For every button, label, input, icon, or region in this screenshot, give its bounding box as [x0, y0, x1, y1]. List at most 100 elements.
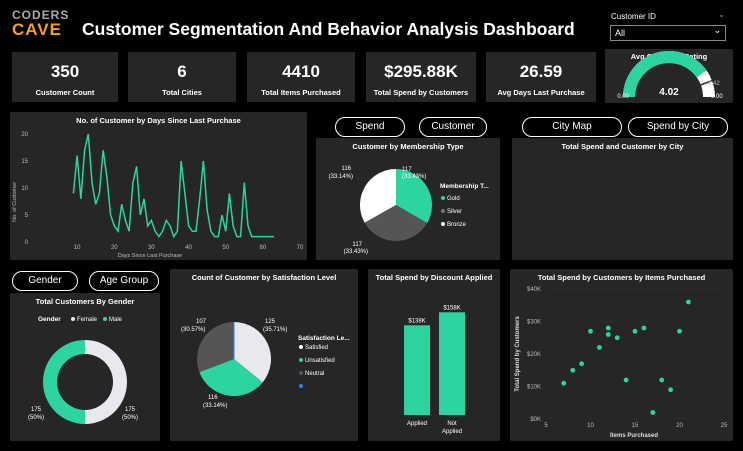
- sat-label-c: 116: [208, 395, 218, 401]
- kpi-value: 350: [50, 62, 80, 81]
- bar-cat-applied: Applied: [407, 421, 427, 427]
- spend-button[interactable]: Spend: [335, 117, 405, 137]
- scatter-xtick: 5: [544, 423, 548, 429]
- line-xtick: 40: [185, 245, 192, 251]
- kpi-value: $295.88K: [384, 62, 458, 81]
- bar-label-applied: $138K: [408, 318, 425, 324]
- bar-cat-applied-2: Applied: [442, 429, 462, 435]
- scatter-point: [677, 328, 682, 334]
- scatter-xlabel: Items Purchased: [610, 433, 658, 439]
- sat-label-b-pct: (35.71%): [263, 327, 287, 333]
- kpi-label: Total Cities: [162, 88, 202, 97]
- gender-panel: Total Customers By Gender Gender Female …: [10, 293, 160, 441]
- kpi-total-spend: $295.88K Total Spend by Customers: [366, 52, 476, 102]
- city-map-button[interactable]: City Map: [522, 117, 622, 137]
- scatter-point: [623, 377, 629, 383]
- gender-legend-male: Male: [109, 317, 123, 323]
- age-group-button[interactable]: Age Group: [89, 271, 159, 291]
- gender-legend-female: Female: [77, 317, 98, 323]
- line-xtick: 70: [297, 245, 304, 251]
- sat-label-a: 107: [196, 319, 207, 325]
- kpi-label: Customer Count: [35, 88, 95, 97]
- filter-select[interactable]: All ⌄: [610, 25, 726, 41]
- bar-label-not-applied: $158K: [443, 305, 460, 311]
- line-chart-panel: No. of Customer by Days Since Last Purch…: [10, 112, 307, 260]
- line-ytick: 0: [25, 240, 29, 246]
- scatter-ylabel: Total Spend by Customers: [515, 316, 521, 392]
- donut-slice-male: [43, 340, 85, 424]
- gender-left-pct: (50%): [28, 415, 44, 421]
- discount-panel: Total Spend by Discount Applied $138K $1…: [368, 269, 500, 441]
- scatter-ytick: $20K: [527, 352, 541, 358]
- scatter-point: [632, 328, 638, 334]
- mem-legend-gold: Gold: [447, 196, 460, 202]
- sat-legend-satisfied: Satisfied: [305, 345, 328, 351]
- scatter-xtick: 20: [676, 423, 683, 429]
- mem-legend-title: Membership T...: [440, 183, 489, 190]
- chevron-down-icon[interactable]: ⌄: [718, 10, 725, 19]
- bar-not-applied: [439, 312, 465, 415]
- page-title: Customer Segmentation And Behavior Analy…: [82, 19, 575, 39]
- sat-label-a-pct: (30.57%): [181, 327, 205, 333]
- gauge-max: 5.00: [711, 94, 723, 100]
- scatter-ytick: $0K: [530, 417, 541, 423]
- scatter-xtick: 15: [632, 423, 639, 429]
- scatter-point: [641, 325, 647, 331]
- legend-dot-silver: [441, 209, 445, 213]
- line-ytick: 15: [21, 159, 28, 165]
- line-xtick: 10: [74, 245, 81, 251]
- legend-dot-unsatisfied: [299, 358, 303, 362]
- scatter-point: [686, 299, 691, 305]
- kpi-total-items: 4410 Total Items Purchased: [247, 52, 355, 102]
- line-chart-svg: No. of Customer Days Since Last Purchase…: [12, 132, 304, 259]
- legend-dot-male: [103, 317, 107, 321]
- scatter-svg: Total Spend by Customers Items Purchased…: [515, 287, 728, 439]
- scatter-point: [659, 377, 665, 383]
- sat-legend-title: Satisfaction Le...: [298, 335, 350, 342]
- scatter-point: [668, 387, 673, 393]
- donut-slice-female: [85, 340, 127, 424]
- select-chevron-icon: ⌄: [713, 25, 721, 35]
- legend-dot-neutral: [299, 371, 303, 375]
- customer-button[interactable]: Customer: [419, 117, 487, 137]
- scatter-ytick: $10K: [527, 385, 541, 391]
- scatter-point: [579, 361, 584, 367]
- sat-legend-neutral: Neutral: [305, 371, 324, 377]
- scatter-point: [605, 325, 611, 331]
- membership-pie-svg: 117 (33.43%) 117 (33.43%) 116 (33.14%) M…: [329, 166, 489, 255]
- line-xtick: 50: [222, 245, 229, 251]
- customer-id-filter[interactable]: Customer ID ⌄ All ⌄: [607, 10, 729, 44]
- line-xtick: 60: [260, 245, 267, 251]
- kpi-label: Avg Days Last Purchase: [497, 88, 585, 97]
- gauge-target-label: 4.42: [708, 81, 720, 87]
- gender-legend-title: Gender: [38, 316, 61, 323]
- scatter-xtick: 10: [587, 423, 594, 429]
- scatter-ytick: $30K: [527, 320, 541, 326]
- mem-label-c-pct: (33.14%): [329, 174, 353, 180]
- city-panel: Total Spend and Customer by City: [512, 138, 733, 260]
- mem-label-a: 117: [402, 167, 412, 173]
- sat-label-b: 125: [265, 319, 276, 325]
- discount-bar-svg: $138K $158K Applied Not Applied: [404, 305, 465, 435]
- satisfaction-pie-svg: 107 (30.57%) 125 (35.71%) 116 (33.14%) S…: [181, 319, 350, 409]
- mem-legend-silver: Silver: [447, 209, 462, 215]
- line-series: [72, 133, 274, 239]
- city-title: Total Spend and Customer by City: [561, 142, 684, 151]
- mem-legend-bronze: Bronze: [447, 222, 467, 228]
- scatter-panel: Total Spend by Customers by Items Purcha…: [510, 269, 733, 441]
- scatter-point: [597, 345, 602, 350]
- sat-label-c-pct: (33.14%): [203, 403, 227, 409]
- legend-dot-female: [71, 317, 75, 321]
- line-ytick: 20: [21, 132, 28, 138]
- mem-label-c: 116: [341, 166, 351, 172]
- scatter-point: [561, 380, 567, 386]
- scatter-xtick: 25: [721, 423, 728, 429]
- scatter-point: [588, 328, 593, 334]
- gender-right-value: 175: [125, 407, 136, 413]
- gender-button[interactable]: Gender: [12, 271, 78, 291]
- kpi-value: 26.59: [519, 62, 563, 81]
- spend-by-city-button[interactable]: Spend by City: [628, 117, 728, 137]
- line-ytick: 5: [25, 213, 29, 219]
- kpi-value: 6: [177, 62, 187, 81]
- line-xlabel: Days Since Last Purchase: [118, 253, 183, 259]
